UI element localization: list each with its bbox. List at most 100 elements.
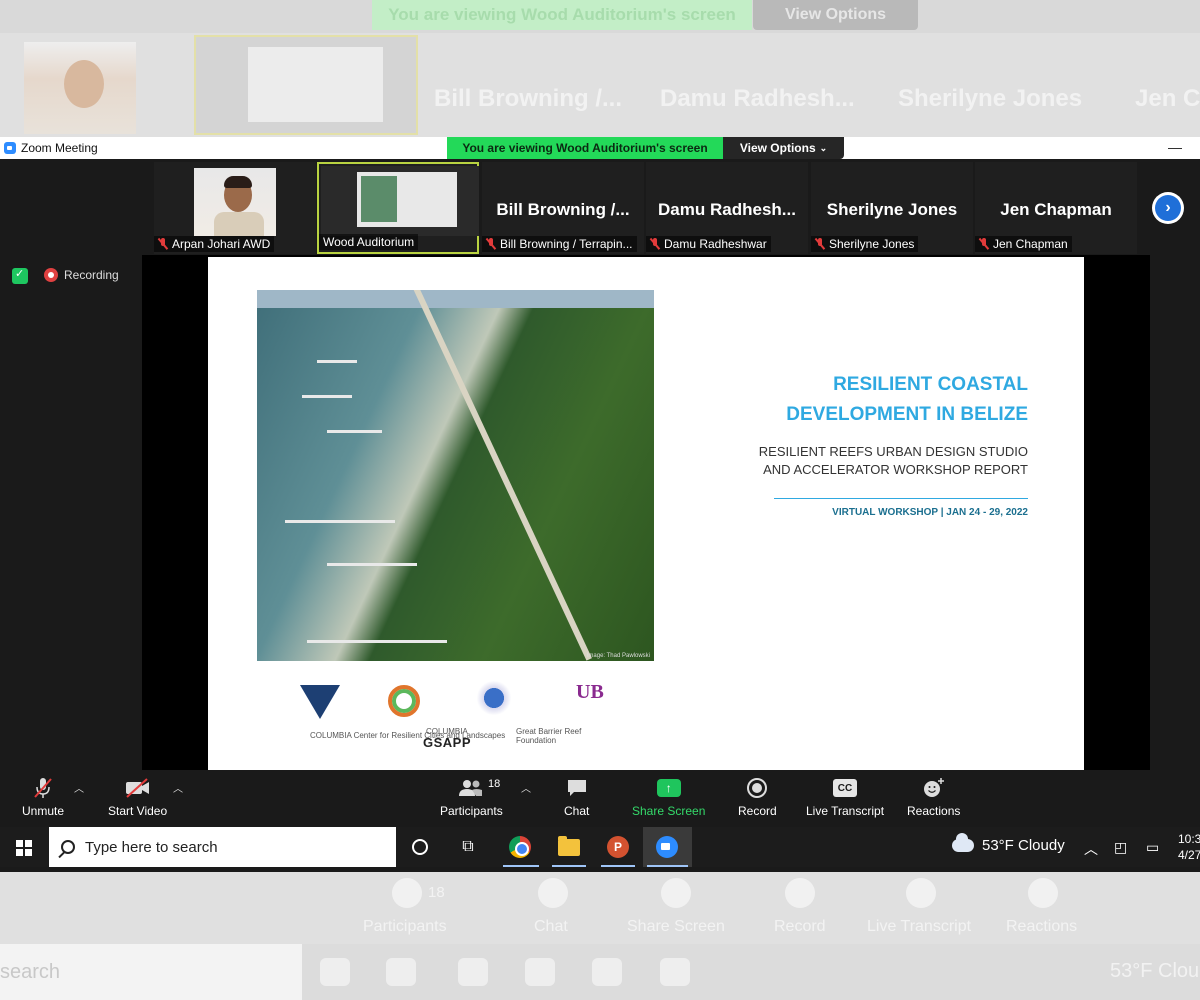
shared-screen: Image: Thad Pawlowski RESILIENT COASTAL … bbox=[142, 255, 1150, 770]
unmute-button[interactable]: Unmute bbox=[22, 776, 64, 818]
audio-options-caret[interactable]: ︿ bbox=[74, 780, 84, 795]
bg-participants-icon bbox=[392, 878, 422, 908]
participant-label: Jen Chapman bbox=[975, 236, 1072, 252]
chat-label: Chat bbox=[564, 804, 590, 818]
bg-participants-count: 18 bbox=[428, 884, 445, 901]
bg-taskbar-icon bbox=[592, 958, 622, 986]
start-video-button[interactable]: Start Video bbox=[108, 776, 167, 818]
viewing-banner: You are viewing Wood Auditorium's screen bbox=[447, 137, 723, 159]
security-shield-icon[interactable] bbox=[12, 267, 28, 284]
share-screen-icon: ↑ bbox=[656, 776, 681, 800]
explorer-active-indicator bbox=[552, 865, 586, 867]
bg-record-icon bbox=[785, 878, 815, 908]
participant-display-name: Sherilyne Jones bbox=[826, 200, 958, 219]
aerial-photo: Image: Thad Pawlowski bbox=[257, 290, 654, 661]
chevron-down-icon: ⌄ bbox=[819, 142, 828, 153]
gsapp-logo: GSAPP bbox=[423, 735, 472, 750]
participant-strip: Arpan Johari AWD Wood Auditorium Bill Br… bbox=[0, 159, 1200, 254]
bg-taskbar-icon bbox=[660, 958, 690, 986]
file-explorer-icon[interactable] bbox=[556, 835, 582, 859]
search-placeholder: Type here to search bbox=[85, 838, 218, 856]
recording-icon bbox=[44, 268, 58, 282]
next-page-button[interactable]: › bbox=[1152, 192, 1184, 224]
windows-taskbar: Type here to search ⧉ P 53°F Cloudy ︿ ◰ … bbox=[0, 827, 1200, 867]
participant-tile[interactable]: Bill Browning /... Bill Browning / Terra… bbox=[482, 162, 644, 254]
chevron-right-icon: › bbox=[1155, 195, 1181, 221]
windows-start-icon[interactable] bbox=[16, 840, 32, 856]
cortana-icon[interactable] bbox=[407, 835, 433, 859]
mic-muted-icon bbox=[33, 776, 53, 800]
participant-label: Wood Auditorium bbox=[319, 234, 419, 250]
participant-name: Wood Auditorium bbox=[323, 235, 415, 249]
share-screen-button[interactable]: ↑ Share Screen bbox=[632, 776, 705, 818]
weather-widget[interactable]: 53°F Cloudy bbox=[952, 833, 1065, 854]
zoom-window: Zoom Meeting — You are viewing Wood Audi… bbox=[0, 137, 1200, 872]
record-button[interactable]: Record bbox=[738, 776, 777, 818]
bg-tile-photo bbox=[24, 42, 136, 134]
record-icon bbox=[747, 776, 768, 800]
reactions-button[interactable]: Reactions bbox=[907, 776, 960, 818]
bg-share-label: Share Screen bbox=[627, 918, 725, 935]
chat-icon bbox=[566, 776, 588, 800]
chrome-icon[interactable] bbox=[507, 835, 533, 859]
weather-text: 53°F Cloudy bbox=[982, 837, 1065, 854]
live-transcript-button[interactable]: CC Live Transcript bbox=[806, 776, 884, 818]
slide-title: RESILIENT COASTAL DEVELOPMENT IN BELIZE bbox=[748, 370, 1028, 430]
chrome-active-indicator bbox=[503, 865, 539, 867]
minimize-button[interactable]: — bbox=[1168, 139, 1182, 155]
unmute-label: Unmute bbox=[22, 804, 65, 818]
reactions-label: Reactions bbox=[907, 804, 961, 818]
participant-video bbox=[194, 168, 276, 236]
bg-taskbar-icon bbox=[320, 958, 350, 986]
bg-taskbar-icon bbox=[458, 958, 488, 986]
bg-record-label: Record bbox=[774, 918, 826, 935]
bg-search: search bbox=[0, 944, 302, 1000]
slide-title-line: RESILIENT COASTAL bbox=[833, 374, 1028, 395]
slide-subtitle: RESILIENT REEFS URBAN DESIGN STUDIO AND … bbox=[728, 443, 1028, 479]
tray-chevron-up-icon[interactable]: ︿ bbox=[1084, 839, 1098, 859]
taskbar-search-input[interactable]: Type here to search bbox=[49, 827, 396, 867]
participant-tile[interactable]: Damu Radhesh... Damu Radheshwar bbox=[646, 162, 808, 254]
participant-tile-active[interactable]: Wood Auditorium bbox=[317, 162, 479, 254]
participant-tile[interactable]: Arpan Johari AWD bbox=[154, 162, 316, 254]
participant-name: Arpan Johari AWD bbox=[172, 237, 271, 251]
participant-name: Sherilyne Jones bbox=[829, 237, 915, 251]
organization-logo bbox=[388, 685, 420, 717]
system-clock[interactable]: 10:3 4/27 bbox=[1178, 831, 1200, 863]
battery-icon[interactable]: ▭ bbox=[1146, 839, 1159, 856]
participant-display-name: Jen Chapman bbox=[1000, 200, 1112, 219]
bg-chat-icon bbox=[538, 878, 568, 908]
bg-name: Sherilyne Jones bbox=[898, 85, 1083, 112]
task-view-icon[interactable]: ⧉ bbox=[455, 835, 481, 859]
mic-muted-icon bbox=[158, 238, 168, 250]
cloud-icon bbox=[952, 833, 974, 852]
participant-tile[interactable]: Sherilyne Jones Sherilyne Jones bbox=[811, 162, 973, 254]
mic-muted-icon bbox=[650, 238, 660, 250]
mic-muted-icon bbox=[486, 238, 496, 250]
meet-now-icon[interactable]: ◰ bbox=[1114, 839, 1127, 856]
recording-indicator[interactable]: Recording bbox=[44, 268, 119, 282]
participants-options-caret[interactable]: ︿ bbox=[521, 780, 531, 795]
closed-caption-icon: CC bbox=[833, 776, 858, 800]
participant-name: Jen Chapman bbox=[993, 237, 1068, 251]
video-off-icon bbox=[125, 776, 151, 800]
participant-tile[interactable]: Jen Chapman Jen Chapman bbox=[975, 162, 1137, 254]
view-options-button[interactable]: View Options ⌄ bbox=[723, 137, 844, 159]
participants-icon bbox=[458, 776, 484, 800]
gbrf-logo-text: Great Barrier Reef Foundation bbox=[516, 727, 582, 745]
bg-name: Damu Radhesh... bbox=[660, 85, 855, 112]
bg-transcript-label: Live Transcript bbox=[867, 918, 972, 935]
share-screen-label: Share Screen bbox=[632, 804, 706, 818]
bg-taskbar-icon bbox=[525, 958, 555, 986]
ub-logo: UB bbox=[576, 681, 604, 703]
ministry-seal-logo bbox=[476, 681, 512, 715]
powerpoint-icon[interactable]: P bbox=[605, 835, 631, 859]
bg-chat-label: Chat bbox=[534, 918, 568, 935]
chat-button[interactable]: Chat bbox=[564, 776, 589, 818]
slide-title-line: DEVELOPMENT IN BELIZE bbox=[786, 404, 1028, 425]
presentation-slide: Image: Thad Pawlowski RESILIENT COASTAL … bbox=[208, 257, 1084, 770]
video-options-caret[interactable]: ︿ bbox=[173, 780, 183, 795]
participant-label: Damu Radheshwar bbox=[646, 236, 771, 252]
zoom-taskbar-button[interactable] bbox=[643, 827, 692, 867]
participant-video bbox=[321, 166, 479, 236]
